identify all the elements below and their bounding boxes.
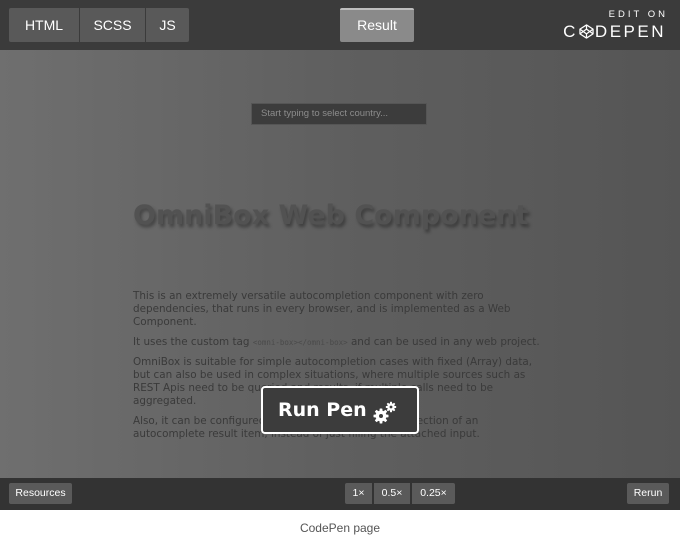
result-preview: Start typing to select country... OmniBo… [0,50,680,478]
country-search-input[interactable]: Start typing to select country... [251,103,427,125]
codepen-cube-icon [579,24,594,39]
top-bar: HTML SCSS JS Result EDIT ON C DEPEN [0,0,680,50]
tab-js[interactable]: JS [146,8,189,42]
tab-scss[interactable]: SCSS [80,8,145,42]
codepen-logo: C DEPEN [556,22,666,42]
codepen-embed: HTML SCSS JS Result EDIT ON C DEPEN Star… [0,0,680,510]
paragraph-intro: This is an extremely versatile autocompl… [133,290,511,328]
page-caption: CodePen page [299,521,381,535]
paragraph-usage: It uses the custom tag <omni-box></omni-… [133,336,551,349]
logo-text-right: DEPEN [594,22,666,41]
zoom-1x-button[interactable]: 1× [345,483,372,504]
logo-text-left: C [563,22,578,41]
run-pen-button[interactable]: Run Pen [261,386,419,434]
resources-button[interactable]: Resources [9,483,72,504]
gears-icon [371,398,399,424]
bottom-bar: Resources 1× 0.5× 0.25× Rerun [0,478,680,510]
rerun-button[interactable]: Rerun [627,483,669,504]
tab-html[interactable]: HTML [9,8,79,42]
usage-text-start: It uses the custom tag [133,336,253,348]
usage-text-end: and can be used in any web project. [347,336,540,348]
zoom-0-25x-button[interactable]: 0.25× [412,483,455,504]
page-title: OmniBox Web Component [133,200,529,231]
zoom-0-5x-button[interactable]: 0.5× [374,483,410,504]
edit-on-label: EDIT ON [608,9,668,20]
edit-on-codepen-link[interactable]: EDIT ON C DEPEN [556,9,666,42]
run-pen-label: Run Pen [278,399,367,421]
custom-tag-code: <omni-box></omni-box> [252,338,348,347]
tab-result[interactable]: Result [340,8,414,42]
